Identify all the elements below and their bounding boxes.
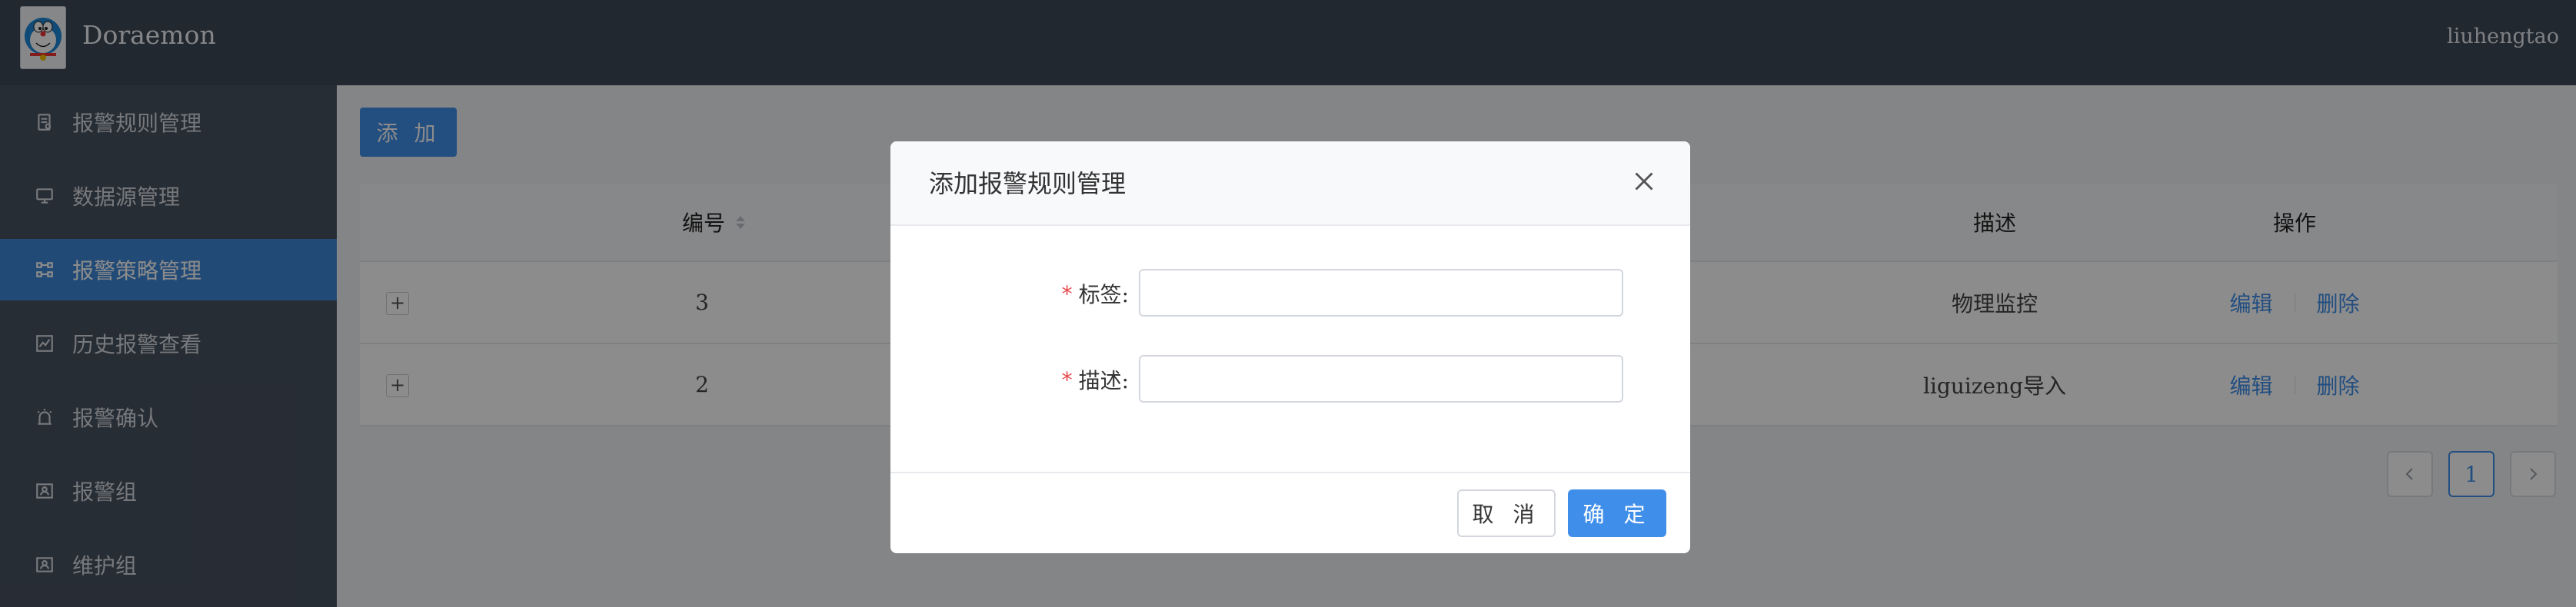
field-label: * 描述:: [1061, 367, 1129, 394]
form-row-description: * 描述:: [890, 355, 1690, 404]
required-mark: *: [1061, 367, 1073, 393]
description-input[interactable]: [1139, 355, 1623, 403]
required-mark: *: [1061, 280, 1073, 307]
field-label: * 标签:: [1061, 280, 1129, 308]
confirm-button[interactable]: 确 定: [1568, 489, 1666, 537]
add-rule-modal: 添加报警规则管理 * 标签: * 描述: 取 消 确 定: [890, 141, 1690, 553]
form-row-label: * 标签:: [890, 269, 1690, 318]
modal-footer: 取 消 确 定: [890, 472, 1690, 553]
close-icon[interactable]: [1629, 166, 1659, 197]
cancel-button[interactable]: 取 消: [1457, 489, 1556, 537]
modal-header: 添加报警规则管理: [890, 141, 1690, 226]
modal-title: 添加报警规则管理: [929, 169, 1127, 198]
tag-input[interactable]: [1139, 269, 1623, 317]
